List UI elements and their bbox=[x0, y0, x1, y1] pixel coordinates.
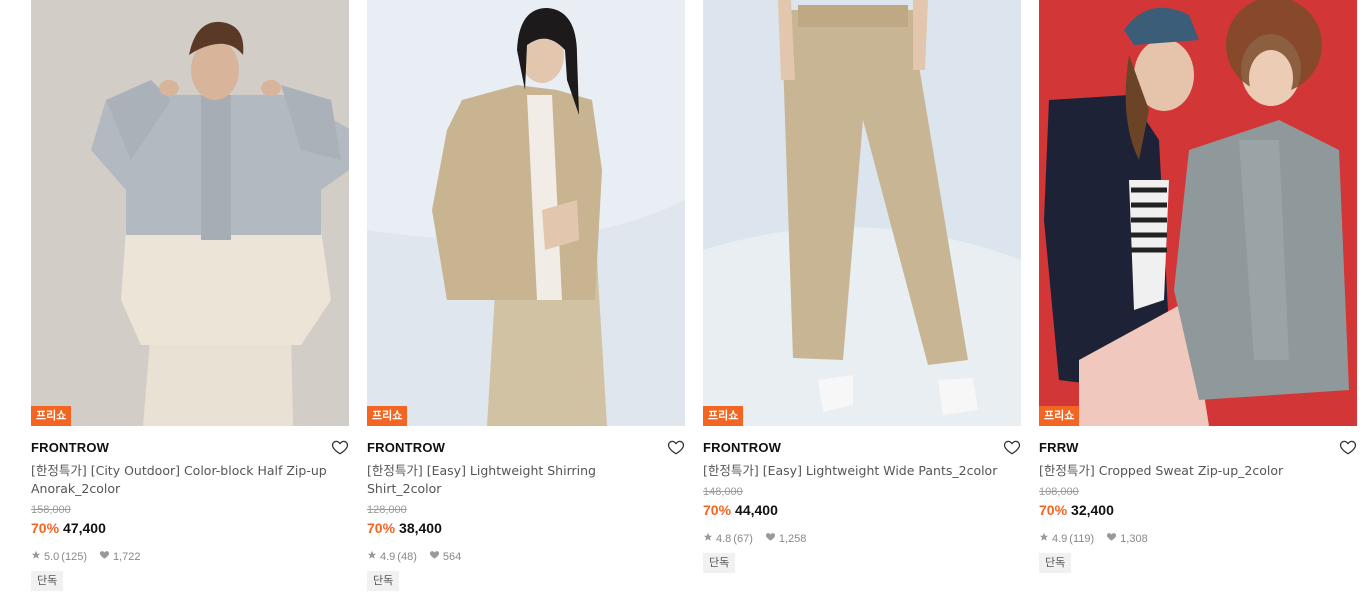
rating-value: 4.8 bbox=[716, 532, 732, 545]
rating-value: 4.9 bbox=[1052, 532, 1068, 545]
exclusive-tag: 단독 bbox=[31, 571, 64, 591]
product-title[interactable]: [한정특가] [Easy] Lightweight Shirring Shirt… bbox=[367, 462, 667, 498]
product-title[interactable]: [한정특가] [City Outdoor] Color-block Half Z… bbox=[31, 462, 331, 498]
rating-value: 4.9 bbox=[380, 550, 396, 563]
original-price: 148,000 bbox=[703, 486, 743, 498]
like-heart-icon bbox=[1106, 531, 1117, 546]
product-image[interactable]: 프리쇼 bbox=[31, 0, 349, 426]
preshow-badge: 프리쇼 bbox=[1039, 406, 1080, 426]
brand-row: FRONTROW bbox=[703, 438, 1021, 458]
exclusive-tag: 단독 bbox=[367, 571, 400, 591]
discount-rate: 70% bbox=[367, 520, 396, 536]
exclusive-tag: 단독 bbox=[1039, 553, 1072, 573]
brand-name[interactable]: FRONTROW bbox=[31, 440, 109, 455]
product-photo bbox=[367, 0, 685, 426]
brand-row: FRONTROW bbox=[367, 438, 685, 458]
preshow-badge: 프리쇼 bbox=[31, 406, 72, 426]
heart-icon[interactable] bbox=[1339, 438, 1357, 456]
product-card[interactable]: 프리쇼 FRONTROW [한정특가] [Easy] Lightweight W… bbox=[703, 0, 1021, 573]
discount-rate: 70% bbox=[31, 520, 60, 536]
like-heart-icon bbox=[429, 549, 440, 564]
brand-name[interactable]: FRONTROW bbox=[703, 440, 781, 455]
like-count: 1,258 bbox=[778, 532, 807, 545]
product-photo bbox=[1039, 0, 1357, 426]
rating-value: 5.0 bbox=[44, 550, 60, 563]
preshow-badge: 프리쇼 bbox=[367, 406, 408, 426]
star-icon bbox=[31, 550, 41, 564]
heart-icon[interactable] bbox=[667, 438, 685, 456]
original-price: 158,000 bbox=[31, 504, 71, 516]
product-title[interactable]: [한정특가] [Easy] Lightweight Wide Pants_2co… bbox=[703, 462, 1003, 480]
brand-name[interactable]: FRRW bbox=[1039, 440, 1079, 455]
product-card[interactable]: 프리쇼 FRONTROW [한정특가] [City Outdoor] Color… bbox=[31, 0, 349, 591]
sale-price: 47,400 bbox=[63, 520, 106, 536]
brand-row: FRONTROW bbox=[31, 438, 349, 458]
like-count: 1,722 bbox=[112, 550, 141, 563]
preshow-badge: 프리쇼 bbox=[703, 406, 744, 426]
star-icon bbox=[703, 532, 713, 546]
price-row: 70% 44,400 bbox=[703, 500, 1021, 520]
review-meta: 5.0 (125) 1,722 bbox=[31, 549, 349, 564]
review-meta: 4.9 (48) 564 bbox=[367, 549, 685, 564]
product-image[interactable]: 프리쇼 bbox=[367, 0, 685, 426]
heart-icon[interactable] bbox=[331, 438, 349, 456]
like-count: 1,308 bbox=[1120, 532, 1148, 545]
like-heart-icon bbox=[765, 531, 776, 546]
sale-price: 38,400 bbox=[399, 520, 442, 536]
review-meta: 4.8 (67) 1,258 bbox=[703, 531, 1021, 546]
review-meta: 4.9 (119) 1,308 bbox=[1039, 531, 1357, 546]
original-price: 128,000 bbox=[367, 504, 407, 516]
price-row: 70% 38,400 bbox=[367, 518, 685, 538]
product-image[interactable]: 프리쇼 bbox=[703, 0, 1021, 426]
like-heart-icon bbox=[99, 549, 110, 564]
product-card[interactable]: 프리쇼 FRONTROW [한정특가] [Easy] Lightweight S… bbox=[367, 0, 685, 591]
heart-icon[interactable] bbox=[1003, 438, 1021, 456]
discount-rate: 70% bbox=[1039, 502, 1068, 518]
star-icon bbox=[367, 550, 377, 564]
sale-price: 44,400 bbox=[735, 502, 778, 518]
review-count: (119) bbox=[1069, 532, 1095, 545]
price-row: 70% 47,400 bbox=[31, 518, 349, 538]
product-image[interactable]: 프리쇼 bbox=[1039, 0, 1357, 426]
brand-name[interactable]: FRONTROW bbox=[367, 440, 445, 455]
product-photo bbox=[703, 0, 1021, 426]
price-row: 70% 32,400 bbox=[1039, 500, 1357, 520]
brand-row: FRRW bbox=[1039, 438, 1357, 458]
exclusive-tag: 단독 bbox=[703, 553, 736, 573]
sale-price: 32,400 bbox=[1071, 502, 1114, 518]
product-card[interactable]: 프리쇼 FRRW [한정특가] Cropped Sweat Zip-up_2co… bbox=[1039, 0, 1357, 573]
original-price: 108,000 bbox=[1039, 486, 1079, 498]
star-icon bbox=[1039, 532, 1049, 546]
discount-rate: 70% bbox=[703, 502, 732, 518]
review-count: (125) bbox=[61, 550, 87, 563]
like-count: 564 bbox=[442, 550, 462, 563]
product-title[interactable]: [한정특가] Cropped Sweat Zip-up_2color bbox=[1039, 462, 1339, 480]
product-photo bbox=[31, 0, 349, 426]
review-count: (48) bbox=[397, 550, 417, 563]
review-count: (67) bbox=[733, 532, 753, 545]
